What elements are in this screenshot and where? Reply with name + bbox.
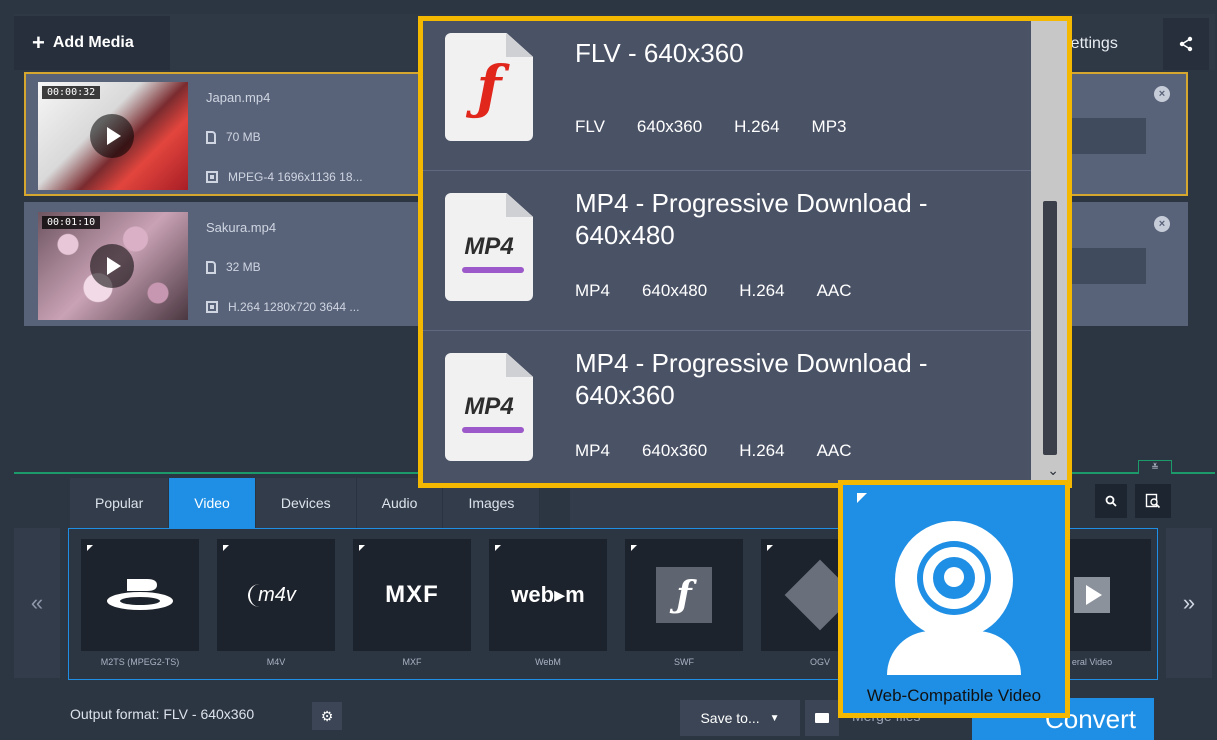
preset-specs: FLV 640x360 H.264 MP3 [575,117,847,137]
share-icon [1179,36,1193,52]
save-to-label: Save to... [700,710,760,726]
output-settings-button[interactable]: ⚙ [312,702,342,730]
preset-spec: 640x480 [641,281,708,300]
format-card-label: Web-Compatible Video [843,679,1065,713]
file-size-icon [206,130,216,144]
preset-spec: FLV [575,117,605,136]
video-info-icon [206,171,218,183]
preset-title: FLV - 640x360 [575,38,744,68]
search-icon [1105,495,1117,507]
chevron-down-icon[interactable]: ⌄ [1047,462,1059,479]
file-meta-row: H.264 1280x720 3644 ... [206,300,359,314]
preset-item-mp4-640x480[interactable]: MP4 MP4 - Progressive Download - 640x480… [423,171,1038,331]
video-info-icon [206,301,218,313]
preset-spec: AAC [816,441,852,460]
search-format-button[interactable] [1095,484,1127,518]
duration-label: 00:01:10 [42,216,101,229]
play-icon[interactable] [90,114,134,158]
format-card-label: WebM [535,657,561,667]
file-size: 32 MB [226,260,261,274]
preset-spec: H.264 [739,281,785,300]
save-to-dropdown[interactable]: Save to... ▼ [680,700,800,736]
mp4-file-icon: MP4 [445,193,533,301]
format-card-web-compatible-video[interactable]: Web-Compatible Video [838,480,1070,718]
general-video-icon [1074,577,1110,613]
webcam-icon [895,521,1013,639]
preset-title: MP4 - Progressive Download - 640x360 [575,348,928,410]
file-size-icon [206,260,216,274]
play-icon[interactable] [90,244,134,288]
webm-logo: web▸m [511,582,585,607]
preset-item-mp4-640x360[interactable]: MP4 MP4 - Progressive Download - 640x360… [423,331,1038,483]
preset-spec: MP4 [575,281,610,300]
format-card-mxf[interactable]: MXF MXF [353,539,471,677]
format-card-m4v[interactable]: m4v M4V [217,539,335,677]
video-thumbnail: 00:00:32 [38,82,188,190]
mxf-logo: MXF [385,581,439,608]
format-scroll-left-button[interactable]: « [14,528,60,678]
preset-title: MP4 - Progressive Download - 640x480 [575,188,928,250]
format-card-label: MXF [402,657,422,667]
file-meta-row: MPEG-4 1696x1136 18... [206,170,363,184]
file-name: Sakura.mp4 [206,220,277,235]
file-meta: H.264 1280x720 3644 ... [228,300,360,314]
preset-spec: 640x360 [636,117,703,136]
format-scroll-right-button[interactable]: » [1166,528,1212,678]
m4v-logo: m4v [248,583,304,607]
format-card-label: M2TS (MPEG2-TS) [100,657,180,667]
add-media-button[interactable]: + Add Media [14,16,170,70]
format-card-swf[interactable]: ƒ SWF [625,539,743,677]
format-presets-popup: ƒ FLV - 640x360 FLV 640x360 H.264 MP3 MP… [418,16,1072,488]
chevron-down-icon: ▼ [769,712,780,724]
file-name: Japan.mp4 [206,90,271,105]
format-card-label: M4V [266,657,286,667]
preset-specs: MP4 640x360 H.264 AAC [575,441,852,461]
flash-icon: ƒ [656,567,712,623]
scrollbar-thumb[interactable] [1043,201,1057,455]
share-button[interactable] [1163,18,1209,70]
preset-spec: MP3 [811,117,847,136]
output-format-label: Output format: FLV - 640x360 [70,706,255,722]
format-card-m2ts[interactable]: M2TS (MPEG2-TS) [81,539,199,677]
collapse-panel-button[interactable]: ≚ [1138,460,1172,474]
add-media-label: Add Media [52,34,134,51]
file-size: 70 MB [226,130,261,144]
tab-popular[interactable]: Popular [70,478,170,528]
tab-devices[interactable]: Devices [255,478,357,528]
video-thumbnail: 00:01:10 [38,212,188,320]
preset-spec: AAC [816,281,852,300]
gear-icon: ⚙ [320,707,334,724]
open-folder-button[interactable] [805,700,839,736]
preset-spec: MP4 [575,441,610,460]
preset-spec: H.264 [734,117,780,136]
tab-video[interactable]: Video [169,478,256,528]
settings-button[interactable]: Settings [1060,22,1160,66]
format-card-webm[interactable]: web▸m WebM [489,539,607,677]
preset-spec: H.264 [739,441,785,460]
folder-icon [815,713,829,723]
file-meta: MPEG-4 1696x1136 18... [228,170,363,184]
file-size-row: 32 MB [206,260,261,274]
mp4-file-icon: MP4 [445,353,533,461]
preset-item-flv-640x360[interactable]: ƒ FLV - 640x360 FLV 640x360 H.264 MP3 [423,21,1038,171]
find-device-icon [1145,493,1161,509]
format-card-label: SWF [674,657,694,667]
remove-file-icon[interactable]: × [1154,86,1170,102]
plus-icon: + [32,30,45,55]
popup-scrollbar[interactable]: ⌄ [1031,21,1067,483]
movavi-converter-window: + Add Media Settings 00:00:32 Japan.mp4 … [0,0,1217,740]
flash-file-icon: ƒ [445,33,533,141]
preset-specs: MP4 640x480 H.264 AAC [575,281,852,301]
preset-spec: 640x360 [641,441,708,460]
find-format-button[interactable] [1135,484,1171,518]
duration-label: 00:00:32 [42,86,101,99]
remove-file-icon[interactable]: × [1154,216,1170,232]
file-size-row: 70 MB [206,130,261,144]
bluray-icon [107,579,173,610]
